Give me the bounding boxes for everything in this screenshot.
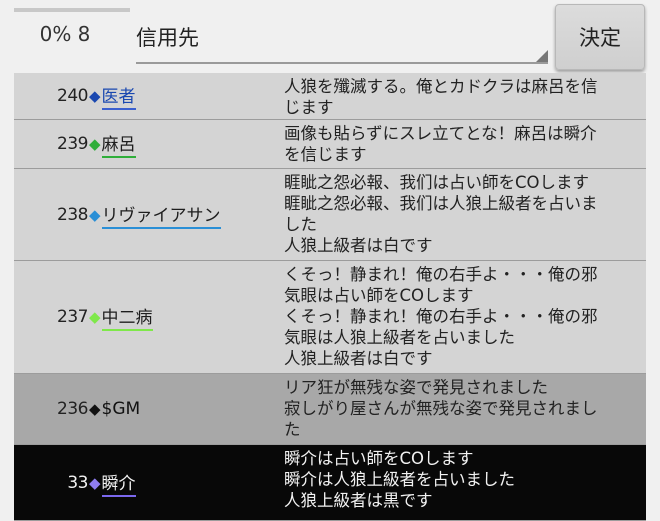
select-value: 信用先 [136, 26, 199, 50]
message-text: 瞬介は占い師をCOします 瞬介は人狼上級者を占いました 人狼上級者は黒です [284, 449, 515, 510]
player-number: 236 [57, 399, 88, 419]
player-number: 240 [57, 86, 88, 106]
player-number: 239 [57, 134, 88, 154]
trust-target-select[interactable]: 信用先 [136, 16, 548, 64]
diamond-icon: ◆ [89, 308, 101, 326]
log-row[interactable]: 237 ◆ 中二病 くそっ！静まれ！俺の右手よ・・・俺の邪 気眼は占い師をCOします … [14, 261, 646, 374]
player-name[interactable]: 麻呂 [101, 130, 136, 158]
message-text: 画像も貼らずにスレ立てとな！麻呂は瞬介 を信じます [284, 124, 597, 164]
diamond-icon: ◆ [89, 135, 101, 153]
progress-bar [14, 8, 130, 12]
player-name[interactable]: 瞬介 [101, 469, 136, 497]
player-cell: 236 ◆ $GM [14, 374, 278, 444]
diamond-icon: ◆ [89, 473, 101, 492]
log-row[interactable]: 239 ◆ 麻呂 画像も貼らずにスレ立てとな！麻呂は瞬介 を信じます [14, 120, 646, 169]
decide-button[interactable]: 決定 [555, 4, 645, 70]
message-text: 睚眦之怨必報、我们は占い師をCOします 睚眦之怨必報、我们は人狼上級者を占いま … [284, 173, 598, 255]
player-number: 237 [57, 307, 88, 327]
diamond-icon: ◆ [89, 87, 101, 105]
log-row[interactable]: 240 ◆ 医者 人狼を殲滅する。俺とカドクラは麻呂を信 じます [14, 73, 646, 120]
player-cell: 237 ◆ 中二病 [14, 261, 278, 373]
log-row[interactable]: 33 ◆ 瞬介 瞬介は占い師をCOします 瞬介は人狼上級者を占いました 人狼上級者は黒… [14, 445, 646, 521]
log-row[interactable]: 238 ◆ リヴァイアサン 睚眦之怨必報、我们は占い師をCOします 睚眦之怨必報、我们… [14, 169, 646, 261]
player-number: 238 [57, 204, 88, 225]
message-log[interactable]: 240 ◆ 医者 人狼を殲滅する。俺とカドクラは麻呂を信 じます 239 ◆ 麻呂 画像も貼ら… [14, 73, 646, 521]
diamond-icon: ◆ [89, 205, 101, 224]
diamond-icon: ◆ [89, 400, 101, 418]
player-name[interactable]: リヴァイアサン [101, 201, 221, 229]
player-cell: 240 ◆ 医者 [14, 73, 278, 119]
player-cell: 238 ◆ リヴァイアサン [14, 169, 278, 260]
player-number: 33 [67, 472, 88, 493]
log-row[interactable]: 236 ◆ $GM リア狂が無残な姿で発見されました 寂しがり屋さんが無残な姿で発見さ… [14, 374, 646, 445]
message-text: 人狼を殲滅する。俺とカドクラは麻呂を信 じます [284, 77, 598, 117]
player-name[interactable]: 中二病 [101, 303, 153, 331]
message-text: くそっ！静まれ！俺の右手よ・・・俺の邪 気眼は占い師をCOします くそっ！静まれ… [284, 265, 598, 368]
player-name[interactable]: $GM [102, 399, 141, 420]
dropdown-arrow-icon [536, 50, 548, 62]
player-cell: 33 ◆ 瞬介 [14, 445, 278, 520]
player-name[interactable]: 医者 [101, 82, 136, 110]
top-bar: 0% 8 信用先 決定 [0, 0, 660, 72]
player-cell: 239 ◆ 麻呂 [14, 120, 278, 168]
message-text: リア狂が無残な姿で発見されました 寂しがり屋さんが無残な姿で発見されまし た [284, 378, 598, 439]
progress-text: 0% 8 [39, 22, 91, 46]
